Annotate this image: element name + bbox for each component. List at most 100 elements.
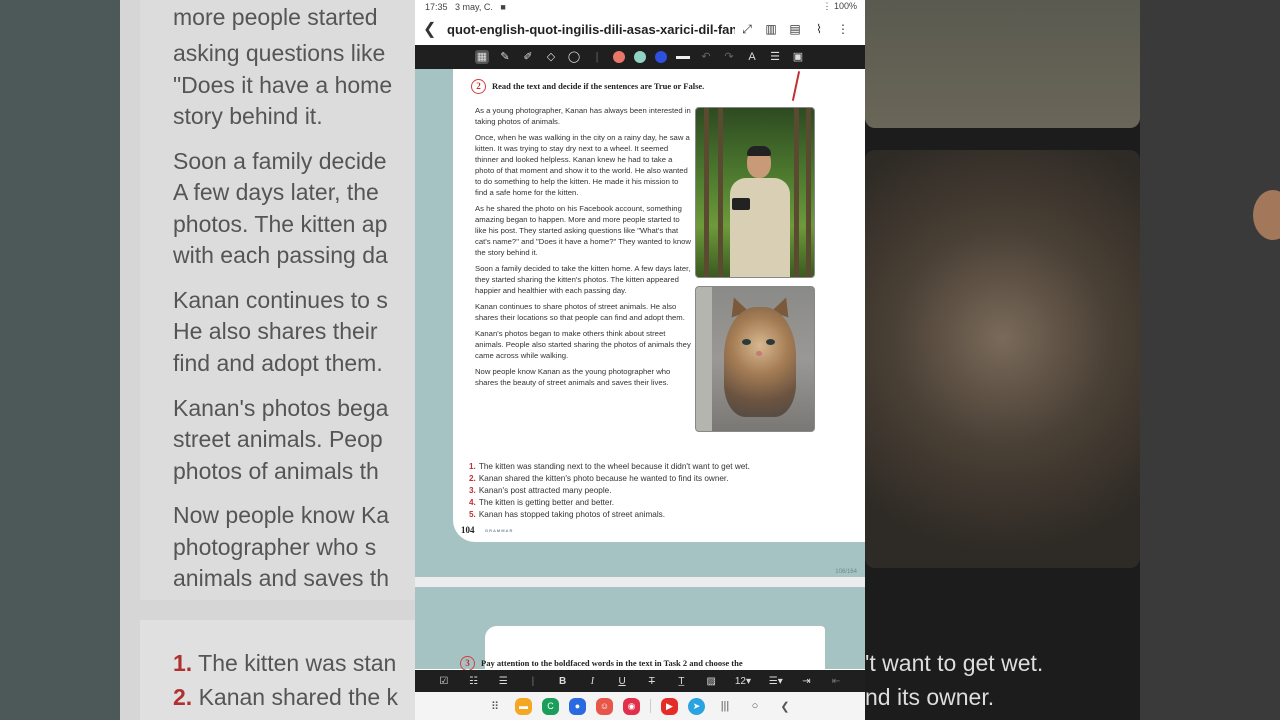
statement-text: Kanan shared the kitten's photo because …	[478, 474, 729, 483]
home-icon[interactable]: ○	[745, 700, 765, 712]
story-paragraph: Soon a family decided to take the kitten…	[475, 264, 691, 295]
bg-line: story behind it.	[173, 103, 323, 129]
navigation-bar: ⠿ ▬ C ● ☺ ◉ ▶ ➤ ||| ○ ❮	[415, 692, 865, 720]
next-task-number: 3	[460, 656, 475, 671]
contacts-app-icon[interactable]: ☺	[596, 697, 613, 715]
statement-item: 1. The kitten was standing next to the wh…	[469, 461, 750, 473]
font-size-value: 12	[734, 675, 746, 687]
bg-line: find and adopt them.	[173, 350, 383, 376]
bg-line: asking questions like	[173, 40, 386, 66]
recent-apps-icon[interactable]: |||	[715, 700, 735, 712]
pen-icon[interactable]: ✎	[498, 50, 512, 64]
signal-icon: ⋮	[822, 1, 832, 11]
lasso-icon[interactable]: ◯	[567, 50, 581, 64]
outdent-icon[interactable]: ⇤	[830, 676, 842, 687]
next-task-heading: 3 Pay attention to the boldfaced words in…	[460, 656, 743, 671]
bg-line: He also shares their	[173, 318, 378, 344]
kitten-figure	[724, 307, 796, 417]
bg-line: photos. The kitten ap	[173, 211, 388, 237]
statement-item: 5. Kanan has stopped taking photos of str…	[469, 509, 750, 521]
calls-app-icon[interactable]: C	[542, 697, 559, 715]
page-section-label: GRAMMAR	[485, 528, 514, 533]
app-drawer-icon[interactable]: ⠿	[485, 700, 505, 713]
eraser-icon[interactable]: ◇	[544, 50, 558, 64]
page-settings-icon[interactable]: ▣	[791, 50, 805, 64]
photographer-figure	[730, 146, 790, 277]
format-toolbar: ☑ ☷ ☰ | B I U T T̲ ▨ 12▾ ☰▾ ⇥ ⇤	[415, 670, 865, 692]
bg-line: street animals. Peop	[173, 426, 383, 452]
bg-line: photographer who s	[173, 534, 377, 560]
indent-icon[interactable]: ⇥	[800, 676, 812, 687]
text-recognition-icon[interactable]: A	[745, 50, 759, 64]
kitten-photo	[695, 286, 815, 432]
highlighter-icon[interactable]: ✐	[521, 50, 535, 64]
story-text: As a young photographer, Kanan has alway…	[475, 105, 691, 393]
keyboard-icon[interactable]: ▦	[475, 50, 489, 64]
text-color-icon[interactable]: T̲	[675, 676, 687, 687]
checklist-icon[interactable]: ☑	[438, 676, 450, 687]
statement-text: Kanan's post attracted many people.	[478, 486, 612, 495]
youtube-app-icon[interactable]: ▶	[661, 697, 678, 715]
bg-right-line: nd its owner.	[865, 684, 995, 710]
bg-line: Kanan's photos bega	[173, 395, 389, 421]
story-paragraph: Kanan continues to share photos of stree…	[475, 302, 685, 322]
title-bar: ❮ quot-english-quot-ingilis-dili-asas-xa…	[415, 13, 865, 45]
bold-button[interactable]: B	[557, 676, 569, 687]
back-icon[interactable]: ❮	[775, 700, 795, 713]
battery-level: 100%	[833, 1, 857, 11]
statement-text: Kanan has stopped taking photos of stree…	[478, 510, 666, 519]
page-gap	[415, 577, 865, 587]
camera-icon	[732, 198, 750, 210]
underline-button[interactable]: U	[616, 676, 628, 687]
reader-icon[interactable]: ▤	[783, 22, 807, 36]
story-paragraph: Now people know Kanan as the young photo…	[475, 367, 671, 387]
video-icon: ■	[500, 1, 506, 12]
statement-number: 4.	[469, 498, 476, 507]
color-swatch-blue[interactable]	[655, 51, 667, 63]
page-counter: 106/164	[835, 569, 857, 575]
undo-icon[interactable]: ↶	[699, 50, 713, 64]
document-title: quot-english-quot-ingilis-dili-asas-xari…	[447, 21, 735, 37]
background-photo-man	[865, 0, 1140, 128]
numbered-list-icon[interactable]: ☷	[468, 676, 480, 687]
redo-icon[interactable]: ↷	[722, 50, 736, 64]
story-paragraph: As he shared the photo on his Facebook a…	[475, 204, 691, 257]
camera-app-icon[interactable]: ◉	[623, 697, 640, 715]
bg-line: Soon a family decide	[173, 148, 387, 174]
task-heading: 2 Read the text and decide if the sentenc…	[471, 79, 704, 94]
bg-line: photos of animals th	[173, 458, 379, 484]
status-time: 17:35	[425, 1, 448, 12]
more-icon[interactable]: ⋮	[831, 22, 855, 36]
bullet-list-icon[interactable]: ☰	[497, 676, 509, 687]
arrow-left-icon[interactable]: ❮	[423, 19, 441, 39]
bg-line: Now people know Ka	[173, 502, 390, 528]
background-panel	[0, 0, 120, 720]
expand-icon[interactable]: ⤢	[735, 22, 759, 37]
background-photo-kitten	[865, 150, 1140, 568]
divider-icon: |	[531, 675, 535, 687]
bg-statement: 1. The kitten was stan	[173, 650, 396, 677]
font-size-select[interactable]: 12▾	[735, 676, 751, 687]
pen-toolbar: ▦ ✎ ✐ ◇ ◯ | ↶ ↷ A ☰ ▣	[415, 45, 865, 69]
strikethrough-button[interactable]: T	[646, 676, 658, 687]
book-icon[interactable]: ▥	[759, 22, 783, 36]
statement-number: 2.	[469, 474, 476, 483]
statement-number: 3.	[469, 486, 476, 495]
color-swatch-red[interactable]	[613, 51, 625, 63]
handwritten-mark	[791, 71, 801, 101]
highlight-color-icon[interactable]: ▨	[705, 676, 717, 687]
text-format-icon[interactable]: ☰	[768, 50, 782, 64]
statement-number: 5.	[469, 510, 476, 519]
next-task-instruction: Pay attention to the boldfaced words in …	[481, 658, 743, 668]
document-viewport[interactable]: 2 Read the text and decide if the sentenc…	[415, 69, 865, 676]
align-icon[interactable]: ☰▾	[769, 676, 783, 687]
color-swatch-teal[interactable]	[634, 51, 646, 63]
attach-icon[interactable]: ⌇	[807, 22, 831, 36]
stroke-width-icon[interactable]	[676, 55, 690, 59]
files-app-icon[interactable]: ▬	[515, 697, 532, 715]
italic-button[interactable]: I	[586, 676, 598, 687]
background-right: 't want to get wet. nd its owner.	[865, 0, 1280, 720]
telegram-app-icon[interactable]: ➤	[688, 697, 705, 715]
bg-statement-number: 2.	[173, 684, 193, 710]
messages-app-icon[interactable]: ●	[569, 697, 586, 715]
